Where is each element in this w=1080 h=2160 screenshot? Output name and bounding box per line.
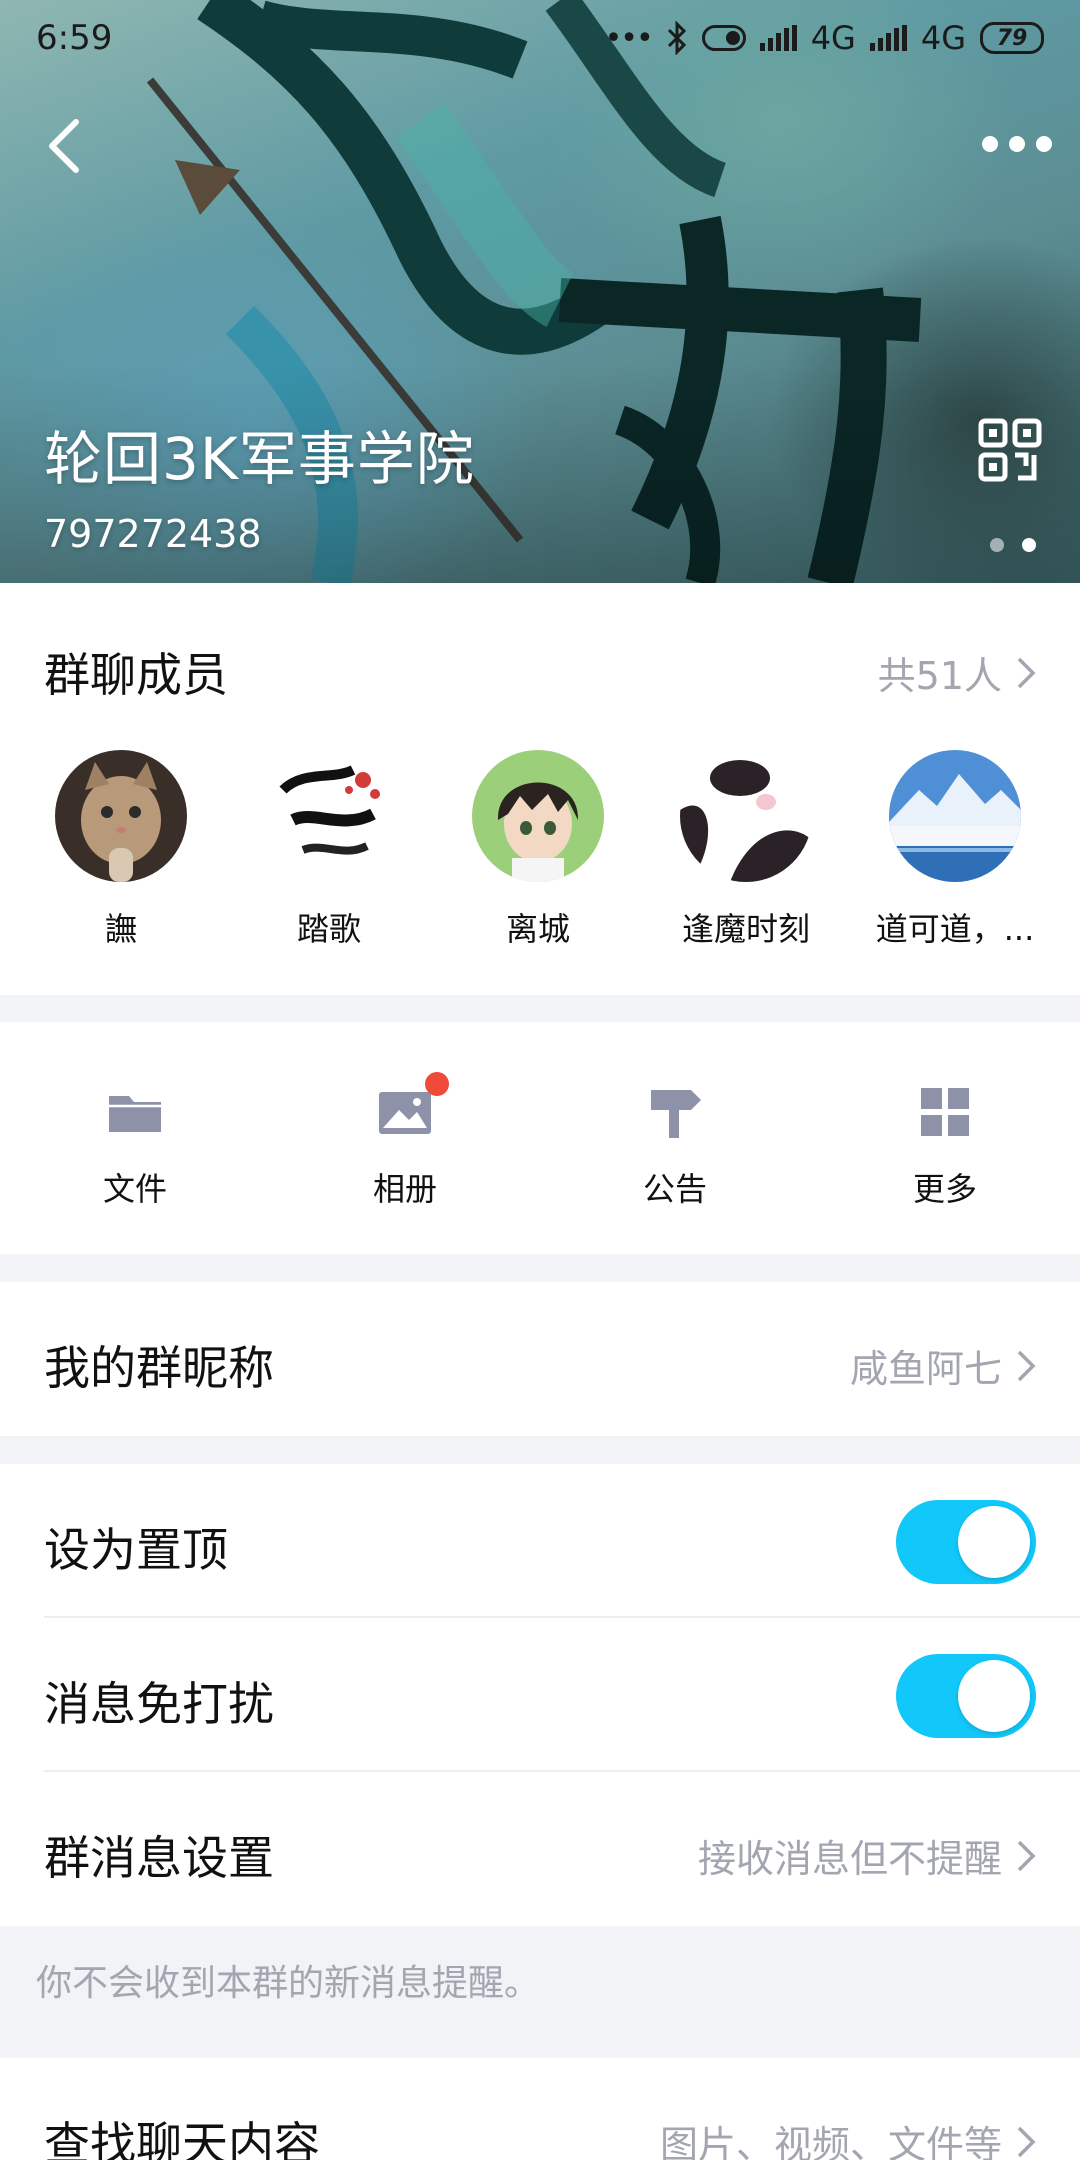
avatar [889, 750, 1021, 882]
members-header[interactable]: 群聊成员 共51人 [0, 583, 1080, 723]
group-name: 轮回3K军事学院 [44, 425, 475, 493]
back-arrow-icon[interactable] [42, 116, 86, 176]
status-icons: ••• 4G 4G 79 [605, 19, 1044, 57]
grid-icon [915, 1082, 975, 1142]
message-settings-row[interactable]: 群消息设置 接收消息但不提醒 [0, 1772, 1080, 1926]
status-time: 6:59 [36, 18, 113, 58]
album-icon [375, 1072, 449, 1142]
mute-hint-text: 你不会收到本群的新消息提醒。 [36, 1963, 541, 2004]
signal-icon [759, 25, 797, 51]
message-settings-label: 群消息设置 [44, 1831, 274, 1885]
member-item[interactable]: 逢魔时刻 [646, 750, 846, 950]
announcement-button[interactable]: 公告 [575, 1082, 775, 1210]
search-chat-value: 图片、视频、文件等 [659, 2123, 1002, 2160]
mute-row: 消息免打扰 [0, 1618, 1080, 1772]
network-type-1: 4G [810, 19, 856, 57]
more-options-icon[interactable] [982, 126, 1052, 162]
signpost-icon [645, 1082, 705, 1142]
members-section: 群聊成员 共51人 譕 踏歌 离城 逢魔时刻 道可道，... [0, 583, 1080, 995]
search-chat-row[interactable]: 查找聊天内容 图片、视频、文件等 [0, 2058, 1080, 2160]
switch-knob [958, 1660, 1030, 1732]
member-name: 譕 [104, 910, 137, 948]
chat-settings: 设为置顶 消息免打扰 群消息设置 接收消息但不提醒 [0, 1464, 1080, 1926]
chevron-right-icon [1017, 1840, 1036, 1871]
group-nickname-row[interactable]: 我的群昵称 咸鱼阿七 [0, 1282, 1080, 1436]
avatar [472, 750, 604, 882]
chevron-right-icon [1017, 2126, 1036, 2157]
members-count-link[interactable]: 共51人 [878, 645, 1036, 700]
search-chat-value-wrap: 图片、视频、文件等 [660, 2114, 1036, 2160]
member-item[interactable]: 离城 [438, 750, 638, 950]
network-type-2: 4G [920, 19, 966, 57]
pin-chat-switch[interactable] [896, 1500, 1036, 1584]
switch-knob [958, 1506, 1030, 1578]
alarm-toggle-icon [701, 25, 746, 51]
member-name: 踏歌 [296, 910, 361, 948]
avatar [680, 750, 812, 882]
message-settings-value-wrap: 接收消息但不提醒 [698, 1828, 1036, 1883]
member-name: 道可道，... [875, 910, 1035, 948]
member-item[interactable]: 道可道，... [855, 750, 1055, 950]
new-badge-dot [425, 1072, 449, 1096]
qr-code-icon[interactable] [978, 418, 1042, 482]
avatar [263, 750, 395, 882]
cover-page-indicator [990, 538, 1036, 552]
nickname-value: 咸鱼阿七 [849, 1347, 1002, 1391]
chevron-right-icon [1017, 657, 1036, 688]
search-chat-label: 查找聊天内容 [44, 2117, 320, 2160]
status-bar: 6:59 ••• 4G 4G 79 [0, 0, 1080, 76]
member-name: 离城 [505, 910, 570, 948]
quick-actions: 文件 相册 公告 更多 [0, 1022, 1080, 1254]
album-button[interactable]: 相册 [305, 1072, 505, 1210]
message-settings-value: 接收消息但不提醒 [697, 1837, 1002, 1881]
files-button[interactable]: 文件 [35, 1082, 235, 1210]
member-item[interactable]: 踏歌 [229, 750, 429, 950]
mute-label: 消息免打扰 [44, 1677, 274, 1731]
pin-chat-row: 设为置顶 [0, 1464, 1080, 1618]
member-item[interactable]: 譕 [21, 750, 221, 950]
battery-icon: 79 [980, 22, 1044, 54]
files-label: 文件 [102, 1170, 167, 1208]
members-count: 共51人 [877, 654, 1002, 698]
chevron-right-icon [1017, 1350, 1036, 1381]
more-dots-icon: ••• [604, 20, 654, 56]
more-button[interactable]: 更多 [845, 1082, 1045, 1210]
group-id: 797272438 [44, 512, 262, 556]
member-name: 逢魔时刻 [681, 910, 810, 948]
mute-switch[interactable] [896, 1654, 1036, 1738]
members-title: 群聊成员 [44, 648, 228, 702]
avatar [55, 750, 187, 882]
album-label: 相册 [372, 1170, 437, 1208]
pin-chat-label: 设为置顶 [44, 1523, 228, 1577]
group-cover[interactable]: 6:59 ••• 4G 4G 79 轮回3K军事学院 797272438 [0, 0, 1080, 583]
nickname-label: 我的群昵称 [44, 1341, 274, 1395]
bluetooth-icon [667, 21, 686, 55]
nickname-value-wrap: 咸鱼阿七 [850, 1338, 1036, 1393]
announcement-label: 公告 [642, 1170, 707, 1208]
more-label: 更多 [912, 1170, 977, 1208]
signal-icon-2 [869, 25, 907, 51]
folder-icon [105, 1082, 165, 1142]
